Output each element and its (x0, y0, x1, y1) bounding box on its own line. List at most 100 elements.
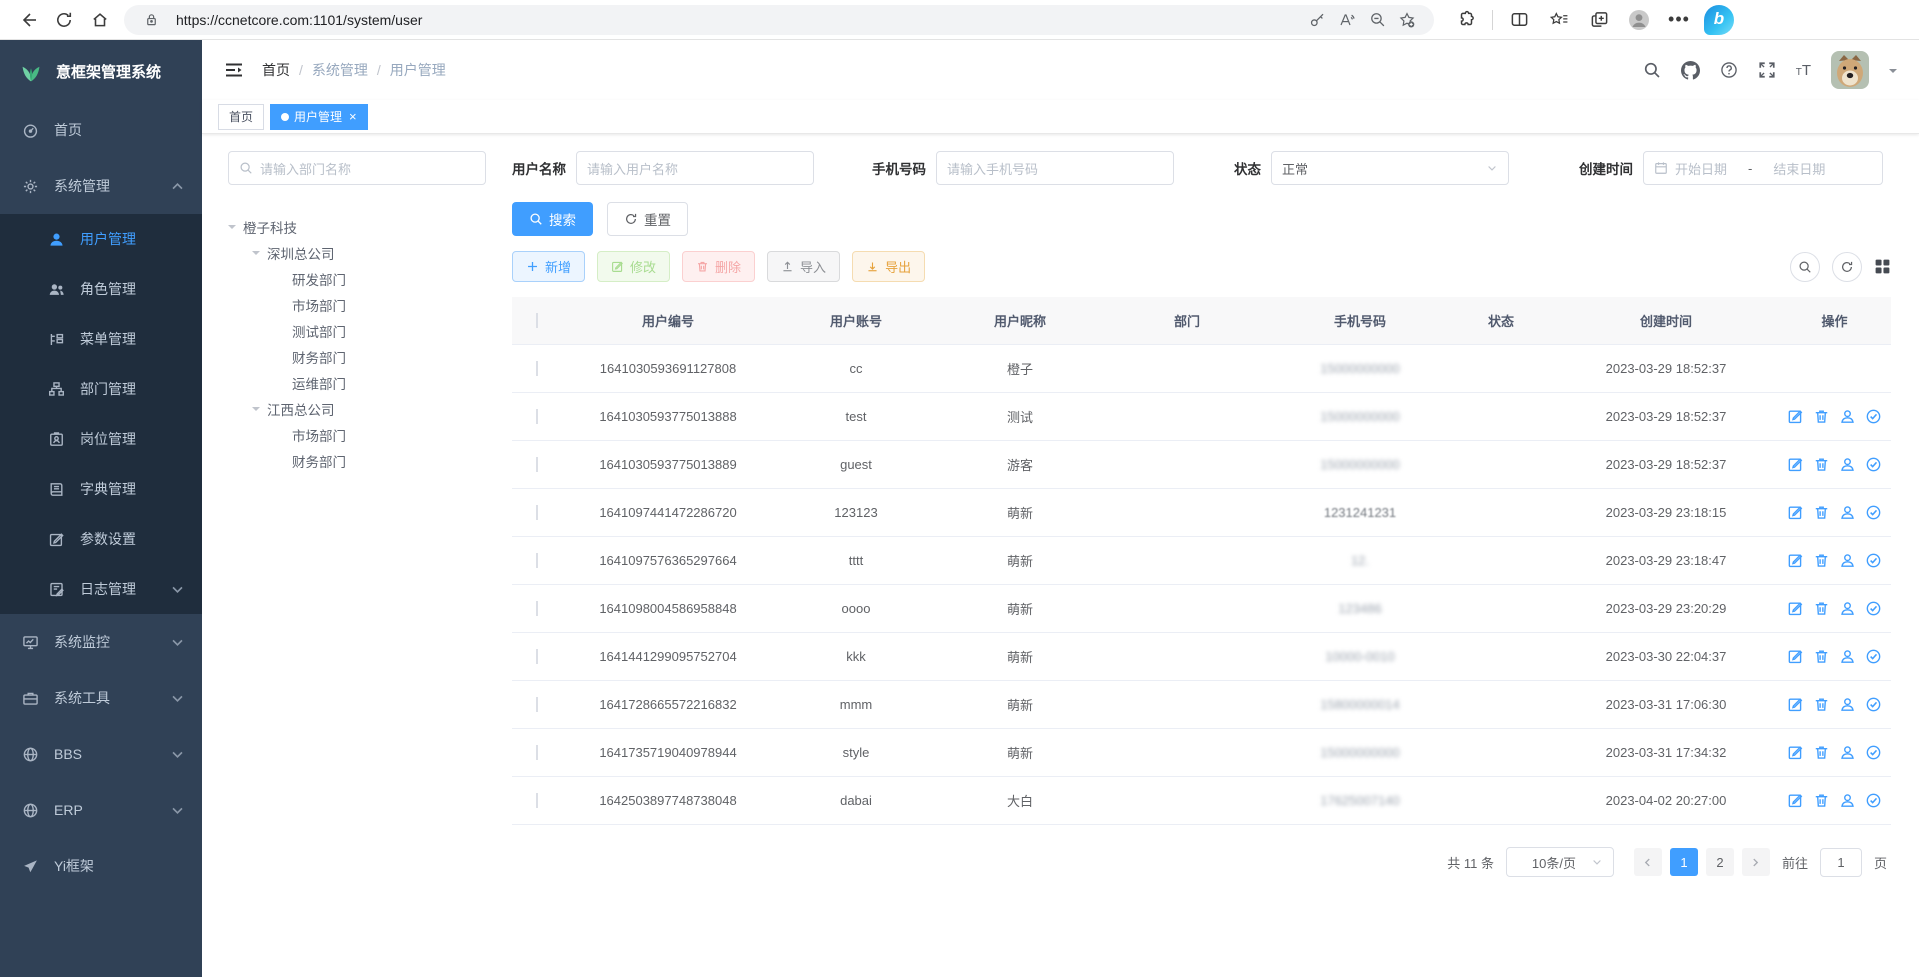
delete-icon[interactable] (1813, 552, 1830, 569)
sidebar-item-9[interactable]: 日志管理 (0, 564, 202, 614)
assign-role-icon[interactable] (1865, 744, 1882, 761)
reset-password-icon[interactable] (1839, 552, 1856, 569)
collections-icon[interactable] (1581, 4, 1617, 36)
sidebar-item-0[interactable]: 首页 (0, 102, 202, 158)
edit-icon[interactable] (1787, 600, 1804, 617)
sidebar-item-7[interactable]: 字典管理 (0, 464, 202, 514)
font-size-icon[interactable]: TT (1796, 62, 1811, 79)
reset-password-icon[interactable] (1839, 408, 1856, 425)
breadcrumb-system[interactable]: 系统管理 (312, 60, 368, 80)
favorites-star-list-icon[interactable] (1541, 4, 1577, 36)
tab-user-management[interactable]: 用户管理 × (270, 104, 368, 130)
assign-role-icon[interactable] (1865, 792, 1882, 809)
extensions-puzzle-icon[interactable] (1448, 4, 1484, 36)
add-favorite-star-icon[interactable] (1392, 6, 1422, 34)
row-checkbox[interactable] (536, 361, 538, 376)
edit-icon[interactable] (1787, 504, 1804, 521)
username-input[interactable]: 请输入用户名称 (576, 151, 814, 185)
reset-button[interactable]: 重置 (607, 202, 688, 236)
tree-node-6[interactable]: 运维部门 (228, 370, 486, 396)
browser-home-button[interactable] (82, 4, 118, 36)
tree-node-5[interactable]: 财务部门 (228, 344, 486, 370)
header-search-icon[interactable] (1643, 61, 1661, 79)
edit-icon[interactable] (1787, 744, 1804, 761)
sidebar-item-10[interactable]: 系统监控 (0, 614, 202, 670)
status-select[interactable]: 正常 (1271, 151, 1509, 185)
row-checkbox[interactable] (536, 649, 538, 664)
user-avatar[interactable] (1831, 51, 1869, 89)
date-start[interactable]: 开始日期 (1675, 159, 1727, 178)
reset-password-icon[interactable] (1839, 792, 1856, 809)
tree-node-1[interactable]: 深圳总公司 (228, 240, 486, 266)
app-logo-row[interactable]: 意框架管理系统 (0, 40, 202, 102)
reset-password-icon[interactable] (1839, 696, 1856, 713)
row-checkbox[interactable] (536, 697, 538, 712)
edit-icon[interactable] (1787, 696, 1804, 713)
delete-icon[interactable] (1813, 456, 1830, 473)
fullscreen-icon[interactable] (1758, 61, 1776, 79)
tree-expand-caret[interactable] (228, 225, 236, 233)
delete-icon[interactable] (1813, 792, 1830, 809)
assign-role-icon[interactable] (1865, 552, 1882, 569)
delete-icon[interactable] (1813, 696, 1830, 713)
next-page-button[interactable] (1742, 848, 1770, 876)
sidebar-item-8[interactable]: 参数设置 (0, 514, 202, 564)
help-icon[interactable] (1720, 61, 1738, 79)
menu-fold-icon[interactable] (224, 60, 244, 80)
avatar-dropdown-caret[interactable] (1889, 69, 1897, 77)
zoom-out-icon[interactable] (1362, 6, 1392, 34)
browser-address-bar[interactable]: https://ccnetcore.com:1101/system/user (124, 5, 1434, 35)
sidebar-item-6[interactable]: 岗位管理 (0, 414, 202, 464)
assign-role-icon[interactable] (1865, 648, 1882, 665)
reset-password-icon[interactable] (1839, 456, 1856, 473)
sidebar-item-5[interactable]: 部门管理 (0, 364, 202, 414)
export-button[interactable]: 导出 (852, 251, 925, 282)
date-end[interactable]: 结束日期 (1773, 159, 1825, 178)
sidebar-item-14[interactable]: Yi框架 (0, 838, 202, 894)
goto-page-input[interactable]: 1 (1820, 848, 1862, 877)
edit-button[interactable]: 修改 (597, 251, 670, 282)
hide-search-button[interactable] (1790, 252, 1820, 282)
read-aloud-icon[interactable] (1332, 6, 1362, 34)
reset-password-icon[interactable] (1839, 600, 1856, 617)
select-all-checkbox[interactable] (536, 313, 538, 328)
assign-role-icon[interactable] (1865, 504, 1882, 521)
reset-password-icon[interactable] (1839, 504, 1856, 521)
sidebar-item-4[interactable]: 菜单管理 (0, 314, 202, 364)
dept-search-input[interactable]: 请输入部门名称 (228, 151, 486, 185)
tree-node-4[interactable]: 测试部门 (228, 318, 486, 344)
password-key-icon[interactable] (1302, 6, 1332, 34)
breadcrumb-home[interactable]: 首页 (262, 60, 290, 80)
delete-icon[interactable] (1813, 600, 1830, 617)
browser-refresh-button[interactable] (46, 4, 82, 36)
github-icon[interactable] (1681, 61, 1700, 80)
delete-icon[interactable] (1813, 504, 1830, 521)
assign-role-icon[interactable] (1865, 456, 1882, 473)
tree-node-9[interactable]: 财务部门 (228, 448, 486, 474)
edit-icon[interactable] (1787, 408, 1804, 425)
delete-icon[interactable] (1813, 648, 1830, 665)
row-checkbox[interactable] (536, 793, 538, 808)
import-button[interactable]: 导入 (767, 251, 840, 282)
row-checkbox[interactable] (536, 457, 538, 472)
bing-chat-icon[interactable]: b (1701, 4, 1737, 36)
date-range-picker[interactable]: 开始日期 - 结束日期 (1643, 151, 1883, 185)
url-text[interactable]: https://ccnetcore.com:1101/system/user (176, 12, 1302, 28)
tab-home[interactable]: 首页 (218, 104, 264, 130)
column-settings-button[interactable] (1874, 258, 1891, 275)
sidebar-item-13[interactable]: ERP (0, 782, 202, 838)
browser-back-button[interactable] (10, 4, 46, 36)
delete-button[interactable]: 删除 (682, 251, 755, 282)
tab-close-icon[interactable]: × (349, 109, 357, 124)
page-size-select[interactable]: 10条/页 (1506, 847, 1614, 877)
row-checkbox[interactable] (536, 745, 538, 760)
sidebar-item-3[interactable]: 角色管理 (0, 264, 202, 314)
reset-password-icon[interactable] (1839, 648, 1856, 665)
browser-menu-ellipsis[interactable]: ••• (1661, 4, 1697, 36)
split-screen-icon[interactable] (1501, 4, 1537, 36)
refresh-table-button[interactable] (1832, 252, 1862, 282)
page-button-2[interactable]: 2 (1706, 848, 1734, 876)
tree-node-8[interactable]: 市场部门 (228, 422, 486, 448)
site-lock-icon[interactable] (136, 6, 166, 34)
tree-node-0[interactable]: 橙子科技 (228, 214, 486, 240)
